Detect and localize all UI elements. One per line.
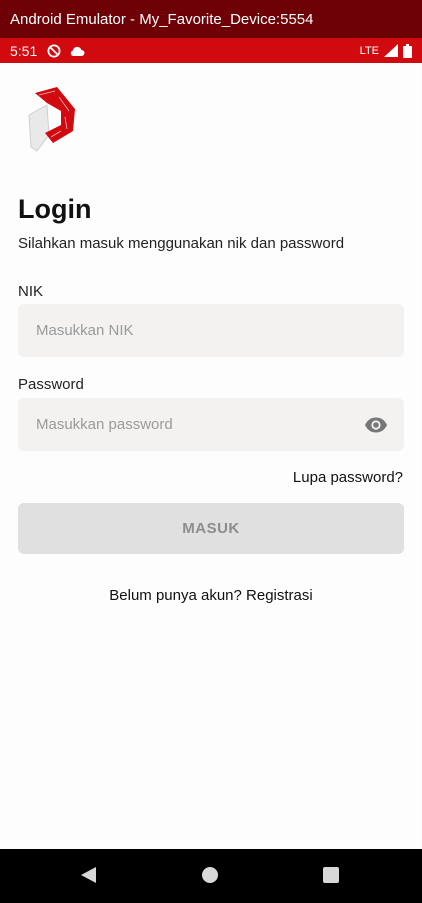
emulator-title-bar: Android Emulator - My_Favorite_Device:55… bbox=[0, 0, 422, 38]
register-link[interactable]: Registrasi bbox=[246, 587, 313, 604]
network-type: LTE bbox=[359, 44, 379, 57]
signal-icon bbox=[384, 44, 398, 57]
nik-input[interactable] bbox=[34, 321, 388, 340]
cloud-icon bbox=[69, 45, 85, 57]
password-input[interactable] bbox=[34, 415, 364, 434]
do-not-disturb-icon bbox=[47, 44, 61, 58]
eye-icon[interactable] bbox=[364, 413, 388, 437]
app-logo bbox=[25, 87, 77, 155]
window-title: Android Emulator - My_Favorite_Device:55… bbox=[10, 10, 314, 28]
android-nav-bar bbox=[0, 849, 422, 903]
register-prompt-text: Belum punya akun? bbox=[109, 587, 242, 604]
page-subtitle: Silahkan masuk menggunakan nik dan passw… bbox=[18, 235, 345, 252]
password-field[interactable] bbox=[18, 398, 404, 451]
page-title: Login bbox=[18, 194, 92, 224]
password-label: Password bbox=[18, 376, 84, 393]
login-screen: Login Silahkan masuk menggunakan nik dan… bbox=[1, 63, 421, 849]
nik-field[interactable] bbox=[18, 304, 404, 357]
nik-label: NIK bbox=[18, 283, 44, 300]
recents-icon[interactable] bbox=[320, 864, 342, 886]
status-time: 5:51 bbox=[10, 42, 38, 59]
register-prompt: Belum punya akun? Registrasi bbox=[1, 587, 421, 604]
forgot-password-link[interactable]: Lupa password? bbox=[293, 469, 403, 486]
battery-icon bbox=[403, 43, 412, 58]
home-icon[interactable] bbox=[199, 864, 221, 886]
status-bar: 5:51 LTE bbox=[0, 38, 422, 63]
back-icon[interactable] bbox=[78, 864, 100, 886]
login-button[interactable]: MASUK bbox=[18, 503, 404, 554]
